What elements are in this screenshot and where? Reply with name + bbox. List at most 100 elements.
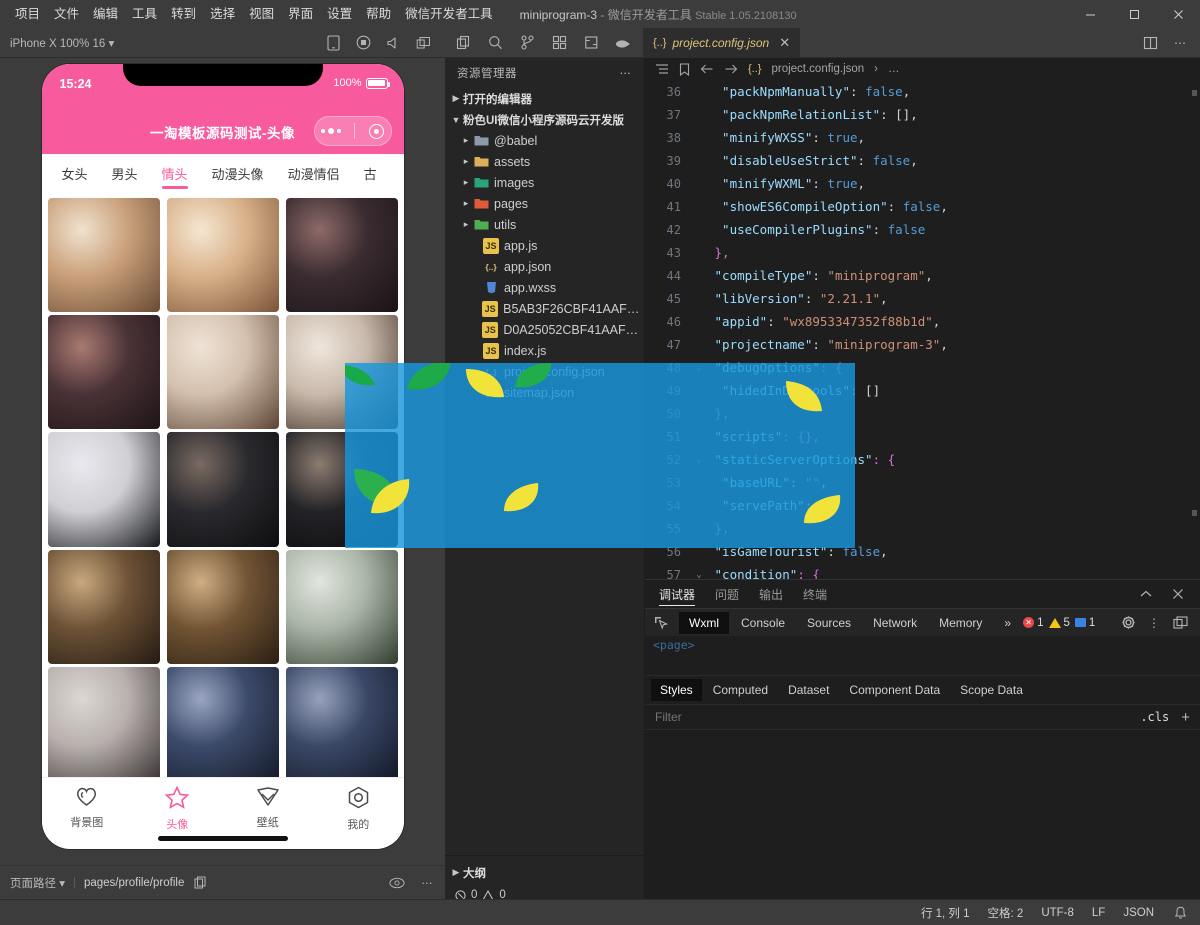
chevron-right-icon[interactable]: ▸	[459, 198, 473, 209]
error-badge[interactable]: ✕ 1	[1023, 617, 1043, 629]
category-tab-1[interactable]: 男头	[100, 164, 150, 183]
menu-item-4[interactable]: 转到	[164, 4, 203, 25]
explorer-item-b5ab3f26cbf41aafd3---[interactable]: JSB5AB3F26CBF41AAFD3...	[445, 298, 644, 319]
window-icon[interactable]	[415, 35, 431, 51]
avatar-cell[interactable]	[48, 315, 160, 429]
devtools-tab-wxml[interactable]: Wxml	[679, 612, 729, 634]
code-line[interactable]: 55 },	[645, 517, 1200, 540]
code-line[interactable]: 36 "packNpmManually": false,	[645, 80, 1200, 103]
file-tab-close-icon[interactable]: ✕	[779, 35, 790, 51]
menu-item-8[interactable]: 设置	[320, 4, 359, 25]
code-area[interactable]: 36 "packNpmManually": false,37 "packNpmR…	[645, 80, 1200, 579]
devtools-badges[interactable]: ✕ 1 5 1	[1023, 617, 1095, 629]
tabbar-item-1[interactable]: 头像	[132, 786, 223, 832]
devtools-tab-sources[interactable]: Sources	[797, 612, 861, 634]
code-line[interactable]: 51 "scripts": {},	[645, 425, 1200, 448]
more-icon[interactable]: ⋯	[1172, 35, 1188, 51]
code-line[interactable]: 39 "disableUseStrict": false,	[645, 149, 1200, 172]
copy-path-icon[interactable]	[192, 875, 208, 891]
explorer-item-app-js[interactable]: JSapp.js	[445, 235, 644, 256]
debugger-tab-0[interactable]: 调试器	[659, 580, 695, 608]
debugger-tab-3[interactable]: 终端	[803, 580, 827, 608]
back-arrow-icon[interactable]	[700, 63, 714, 75]
explorer-item-d0a25052cbf41aafb6---[interactable]: JSD0A25052CBF41AAFB6...	[445, 319, 644, 340]
styles-tab-computed[interactable]: Computed	[704, 679, 777, 701]
kebab-icon[interactable]: ⋮	[1146, 615, 1162, 631]
avatar-cell[interactable]	[167, 198, 279, 312]
volume-icon[interactable]	[385, 35, 401, 51]
source-control-icon[interactable]	[519, 35, 535, 51]
maximize-button[interactable]	[1112, 0, 1156, 28]
tabbar-item-3[interactable]: 我的	[313, 786, 404, 832]
avatar-cell[interactable]	[167, 315, 279, 429]
explorer-item-assets[interactable]: ▸assets	[445, 151, 644, 172]
code-line[interactable]: 57⌄ "condition": {	[645, 563, 1200, 579]
styles-tab-component-data[interactable]: Component Data	[840, 679, 949, 701]
close-button[interactable]	[1156, 0, 1200, 28]
device-selector[interactable]: iPhone X 100% 16 ▾	[10, 36, 114, 50]
capsule-menu-icon[interactable]	[321, 128, 341, 134]
extensions-icon[interactable]	[551, 35, 567, 51]
simulator-more-icon[interactable]: ⋯	[419, 875, 435, 891]
devtools-tab-memory[interactable]: Memory	[929, 612, 992, 634]
code-line[interactable]: 48⌄ "debugOptions": {	[645, 356, 1200, 379]
code-line[interactable]: 54 "servePath": ""	[645, 494, 1200, 517]
code-line[interactable]: 52⌄ "staticServerOptions": {	[645, 448, 1200, 471]
encoding[interactable]: UTF-8	[1041, 907, 1074, 919]
avatar-cell[interactable]	[286, 198, 398, 312]
avatar-cell[interactable]	[167, 667, 279, 777]
avatar-cell[interactable]	[286, 315, 398, 429]
code-line[interactable]: 53 "baseURL": "",	[645, 471, 1200, 494]
warning-badge[interactable]: 5	[1049, 617, 1070, 629]
split-editor-icon[interactable]	[1142, 35, 1158, 51]
avatar-cell[interactable]	[48, 667, 160, 777]
explorer-item-utils[interactable]: ▸utils	[445, 214, 644, 235]
avatar-cell[interactable]	[48, 432, 160, 546]
code-line[interactable]: 50 },	[645, 402, 1200, 425]
forward-arrow-icon[interactable]	[724, 63, 738, 75]
menu-item-3[interactable]: 工具	[125, 4, 164, 25]
tabbar-item-2[interactable]: 壁纸	[223, 786, 314, 830]
dock-icon[interactable]	[1172, 615, 1188, 631]
scrollbar-marker-top[interactable]	[1192, 90, 1197, 96]
breadcrumb-file[interactable]: project.config.json	[771, 63, 864, 75]
menu-item-5[interactable]: 选择	[203, 4, 242, 25]
file-tab-project-config[interactable]: {..} project.config.json ✕	[643, 28, 800, 58]
code-line[interactable]: 46 "appid": "wx8953347352f88b1d",	[645, 310, 1200, 333]
code-line[interactable]: 49 "hidedInDevtools": []	[645, 379, 1200, 402]
outline-row[interactable]: ▶ 大纲	[445, 862, 644, 883]
chevron-right-icon[interactable]: ▸	[459, 135, 473, 146]
styles-filter-input[interactable]	[655, 710, 1140, 724]
gear-icon[interactable]	[1120, 615, 1136, 631]
explorer-item-pages[interactable]: ▸pages	[445, 193, 644, 214]
fold-chevron-icon[interactable]: ⌄	[691, 363, 707, 373]
code-line[interactable]: 41 "showES6CompileOption": false,	[645, 195, 1200, 218]
devtools-tab-console[interactable]: Console	[731, 612, 795, 634]
search-icon[interactable]	[487, 35, 503, 51]
wxml-tree[interactable]: <page>	[645, 636, 1200, 676]
avatar-cell[interactable]	[286, 550, 398, 664]
code-line[interactable]: 37 "packNpmRelationList": [],	[645, 103, 1200, 126]
avatar-cell[interactable]	[167, 432, 279, 546]
explorer-item-index-js[interactable]: JSindex.js	[445, 340, 644, 361]
bell-icon[interactable]	[1172, 905, 1188, 921]
code-line[interactable]: 56 "isGameTourist": false,	[645, 540, 1200, 563]
code-line[interactable]: 45 "libVersion": "2.21.1",	[645, 287, 1200, 310]
cls-toggle-button[interactable]: .cls	[1140, 710, 1169, 724]
category-tab-2[interactable]: 情头	[150, 164, 200, 183]
language-mode[interactable]: JSON	[1123, 907, 1154, 919]
avatar-cell[interactable]	[48, 198, 160, 312]
category-tab-5[interactable]: 古	[352, 164, 389, 183]
wxml-root-node[interactable]: <page>	[653, 638, 695, 652]
category-tab-4[interactable]: 动漫情侣	[276, 164, 352, 183]
record-icon[interactable]	[355, 35, 371, 51]
menu-item-6[interactable]: 视图	[242, 4, 281, 25]
indent-setting[interactable]: 空格: 2	[988, 905, 1024, 921]
close-icon[interactable]	[1170, 586, 1186, 602]
debugger-tab-1[interactable]: 问题	[715, 580, 739, 608]
avatar-cell[interactable]	[167, 550, 279, 664]
tabbar-item-0[interactable]: 背景图	[42, 786, 133, 830]
avatar-cell[interactable]	[286, 667, 398, 777]
category-tab-3[interactable]: 动漫头像	[200, 164, 276, 183]
debug-icon[interactable]	[583, 35, 599, 51]
